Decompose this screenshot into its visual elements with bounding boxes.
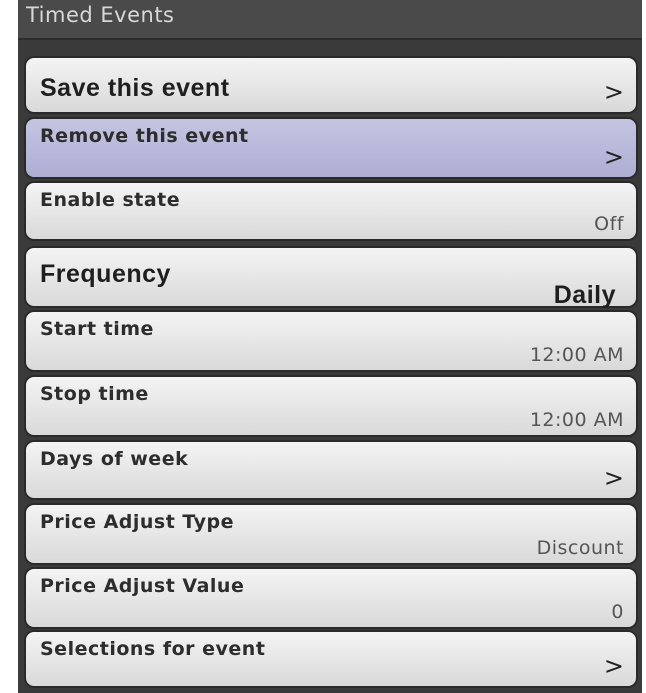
start-time-value: 12:00 AM (529, 344, 624, 366)
price-adjust-value-value: 0 (611, 601, 624, 623)
frequency-label: Frequency (40, 260, 171, 288)
stop-time-value: 12:00 AM (529, 409, 624, 431)
frequency-row[interactable]: Frequency Daily (24, 246, 638, 309)
frequency-value: Daily (553, 281, 616, 309)
chevron-right-icon: > (603, 143, 624, 171)
days-of-week-button[interactable]: Days of week > (24, 440, 638, 500)
remove-event-button[interactable]: Remove this event > (24, 117, 638, 179)
price-adjust-value-row[interactable]: Price Adjust Value 0 (24, 567, 638, 629)
stop-time-label: Stop time (40, 383, 149, 405)
start-time-label: Start time (40, 318, 154, 340)
price-adjust-type-label: Price Adjust Type (40, 511, 235, 533)
enable-state-value: Off (594, 213, 624, 235)
enable-state-label: Enable state (40, 189, 181, 211)
chevron-right-icon: > (603, 464, 624, 492)
stop-time-row[interactable]: Stop time 12:00 AM (24, 375, 638, 437)
chevron-right-icon: > (603, 652, 624, 680)
window-title: Timed Events (26, 3, 175, 27)
start-time-row[interactable]: Start time 12:00 AM (24, 310, 638, 372)
save-event-button[interactable]: Save this event > (24, 56, 638, 114)
chevron-right-icon: > (603, 78, 624, 106)
days-of-week-label: Days of week (40, 448, 189, 470)
selections-for-event-button[interactable]: Selections for event > (24, 630, 638, 688)
price-adjust-value-label: Price Adjust Value (40, 575, 245, 597)
selections-for-event-label: Selections for event (40, 638, 266, 660)
title-bar: Timed Events (18, 0, 642, 40)
price-adjust-type-row[interactable]: Price Adjust Type Discount (24, 503, 638, 565)
enable-state-row[interactable]: Enable state Off (24, 181, 638, 241)
remove-event-label: Remove this event (40, 125, 249, 147)
save-event-label: Save this event (40, 74, 230, 102)
timed-events-panel: Timed Events Save this event > Remove th… (18, 0, 642, 693)
price-adjust-type-value: Discount (536, 537, 624, 559)
